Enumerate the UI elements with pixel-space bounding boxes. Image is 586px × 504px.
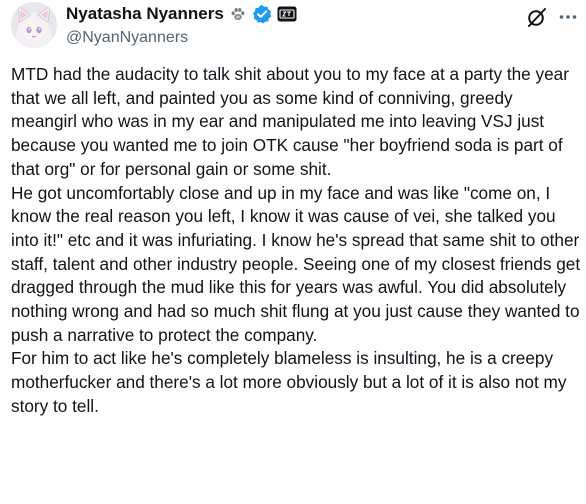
verified-badge-icon[interactable] — [252, 4, 272, 24]
paw-print-icon — [229, 5, 247, 23]
affiliate-badge-icon[interactable] — [277, 6, 297, 22]
avatar[interactable] — [11, 2, 57, 48]
avatar-image — [11, 2, 57, 48]
tweet-paragraph: He got uncomfortably close and up in my … — [11, 182, 581, 345]
tweet-paragraph: For him to act like he's completely blam… — [11, 348, 567, 416]
tweet-paragraph: MTD had the audacity to talk shit about … — [11, 64, 569, 179]
display-name[interactable]: Nyatasha Nyanners — [66, 4, 224, 24]
tweet-header: Nyatasha Nyanners @NyanNyanners — [66, 4, 516, 47]
tweet: Nyatasha Nyanners @NyanNyanners MTD had … — [0, 0, 586, 504]
name-row: Nyatasha Nyanners — [66, 4, 516, 24]
handle[interactable]: @NyanNyanners — [66, 29, 516, 47]
grok-icon[interactable] — [525, 5, 549, 29]
more-options-icon[interactable] — [556, 5, 580, 29]
tweet-text: MTD had the audacity to talk shit about … — [11, 63, 581, 419]
